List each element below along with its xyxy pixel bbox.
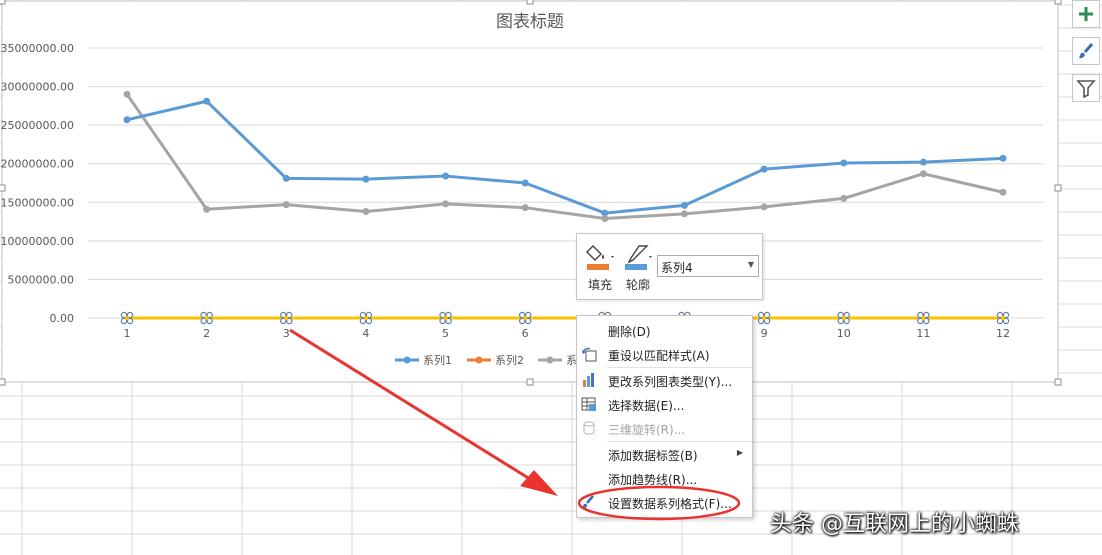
selected-point-marker[interactable] bbox=[280, 311, 293, 325]
data-point[interactable] bbox=[999, 188, 1007, 196]
x-tick-label: 3 bbox=[283, 327, 290, 340]
y-tick-label: 15000000.00 bbox=[1, 196, 74, 209]
reset-style-icon bbox=[582, 347, 597, 362]
format-series-icon bbox=[582, 495, 594, 509]
chevron-down-icon: ▼ bbox=[747, 260, 754, 269]
x-tick-label: 9 bbox=[761, 327, 768, 340]
chart-filters-button[interactable] bbox=[1072, 74, 1100, 102]
resize-handle[interactable] bbox=[1054, 378, 1062, 386]
y-tick-label: 35000000.00 bbox=[1, 42, 74, 55]
y-tick-label: 30000000.00 bbox=[1, 81, 74, 94]
menu-item-format-data-series[interactable]: 设置数据系列格式(F)... bbox=[577, 490, 752, 514]
chart-title[interactable]: 图表标题 bbox=[496, 12, 564, 32]
selected-point-marker[interactable] bbox=[837, 311, 850, 325]
brush-icon bbox=[1079, 43, 1094, 59]
outline-label: 轮廓 bbox=[625, 278, 650, 292]
fill-bucket-icon bbox=[586, 245, 614, 270]
resize-handle[interactable] bbox=[0, 0, 6, 5]
data-point[interactable] bbox=[282, 201, 290, 209]
resize-handle[interactable] bbox=[526, 378, 534, 386]
line-chart[interactable]: 图表标题 0.00 5000000.00 10000000.00 15000000.0… bbox=[0, 0, 1102, 555]
x-tick-label: 1 bbox=[124, 327, 131, 340]
x-tick-label: 5 bbox=[442, 327, 449, 340]
data-point[interactable] bbox=[919, 170, 927, 178]
data-point[interactable] bbox=[521, 179, 529, 187]
data-point[interactable] bbox=[362, 175, 370, 183]
data-point[interactable] bbox=[362, 208, 370, 216]
pen-outline-icon bbox=[625, 245, 652, 270]
selected-point-marker[interactable] bbox=[917, 311, 930, 325]
chart-elements-button[interactable] bbox=[1072, 0, 1100, 28]
watermark: 头条 @互联网上的小蜘蛛 bbox=[770, 512, 1019, 537]
chart-area[interactable] bbox=[1, 0, 1059, 383]
series-dropdown-value: 系列4 bbox=[661, 261, 693, 275]
resize-handle[interactable] bbox=[1054, 184, 1062, 192]
fill-label: 填充 bbox=[587, 278, 612, 292]
resize-handle[interactable] bbox=[526, 0, 534, 5]
menu-item-reset-style[interactable]: 重设以匹配样式(A) bbox=[577, 342, 752, 366]
x-tick-label: 2 bbox=[203, 327, 210, 340]
data-point[interactable] bbox=[680, 210, 688, 218]
menu-item-delete[interactable]: 删除(D) bbox=[577, 318, 752, 342]
data-point[interactable] bbox=[680, 201, 688, 209]
data-point[interactable] bbox=[840, 194, 848, 202]
data-point[interactable] bbox=[442, 172, 450, 180]
data-point[interactable] bbox=[840, 159, 848, 167]
selected-point-marker[interactable] bbox=[200, 311, 213, 325]
data-point[interactable] bbox=[999, 154, 1007, 162]
menu-item-select-data[interactable]: 选择数据(E)... bbox=[577, 392, 752, 416]
x-tick-label: 11 bbox=[916, 327, 930, 340]
context-menu: 删除(D) 重设以匹配样式(A) 更改系列图表类型(Y)... 选择数据(E).… bbox=[576, 315, 753, 518]
y-tick-label: 20000000.00 bbox=[1, 158, 74, 171]
y-tick-label: 25000000.00 bbox=[1, 119, 74, 132]
selected-point-marker[interactable] bbox=[996, 311, 1010, 325]
legend-label: 系列2 bbox=[495, 353, 524, 367]
data-point[interactable] bbox=[760, 165, 768, 173]
legend-label: 系列1 bbox=[423, 353, 452, 367]
data-point[interactable] bbox=[282, 174, 290, 182]
selected-point-marker[interactable] bbox=[359, 311, 373, 325]
plus-icon bbox=[1079, 7, 1093, 21]
data-point[interactable] bbox=[521, 204, 529, 212]
fill-button[interactable]: 填充 bbox=[581, 240, 619, 294]
select-data-icon bbox=[581, 397, 596, 411]
x-tick-label: 6 bbox=[522, 327, 529, 340]
menu-item-change-chart-type[interactable]: 更改系列图表类型(Y)... bbox=[577, 368, 752, 392]
y-tick-label: 10000000.00 bbox=[1, 235, 74, 248]
data-point[interactable] bbox=[442, 200, 450, 208]
chevron-right-icon: ▶ bbox=[736, 448, 743, 457]
resize-handle[interactable] bbox=[0, 184, 6, 192]
resize-handle[interactable] bbox=[0, 378, 6, 386]
data-point[interactable] bbox=[123, 116, 131, 124]
resize-handle[interactable] bbox=[1054, 0, 1062, 5]
series-dropdown[interactable]: 系列4 ▼ bbox=[657, 255, 759, 277]
y-tick-label: 5000000.00 bbox=[8, 273, 74, 286]
selected-point-marker[interactable] bbox=[439, 311, 452, 325]
selected-point-marker[interactable] bbox=[518, 311, 532, 325]
rotate-3d-icon bbox=[583, 421, 595, 435]
mini-format-toolbar: 填充 轮廓 系列4 ▼ bbox=[576, 233, 763, 300]
selected-point-marker[interactable] bbox=[120, 311, 134, 325]
menu-item-add-trendline[interactable]: 添加趋势线(R)... bbox=[577, 466, 752, 490]
data-point[interactable] bbox=[601, 214, 609, 222]
chart-styles-button[interactable] bbox=[1072, 37, 1100, 65]
x-tick-label: 12 bbox=[996, 327, 1010, 340]
x-tick-label: 10 bbox=[837, 327, 851, 340]
data-point[interactable] bbox=[123, 90, 131, 98]
data-point[interactable] bbox=[203, 97, 211, 105]
selected-point-marker[interactable] bbox=[757, 311, 771, 325]
chart-type-icon bbox=[583, 373, 594, 387]
data-point[interactable] bbox=[760, 203, 768, 211]
data-point[interactable] bbox=[919, 158, 927, 166]
filter-icon bbox=[1076, 80, 1096, 99]
x-tick-label: 4 bbox=[362, 327, 369, 340]
y-tick-label: 0.00 bbox=[50, 312, 75, 325]
outline-button[interactable]: 轮廓 bbox=[619, 240, 657, 294]
menu-item-add-data-labels[interactable]: 添加数据标签(B) ▶ bbox=[577, 442, 752, 466]
data-point[interactable] bbox=[203, 205, 211, 213]
menu-item-3d-rotation[interactable]: 三维旋转(R)... bbox=[577, 416, 752, 440]
